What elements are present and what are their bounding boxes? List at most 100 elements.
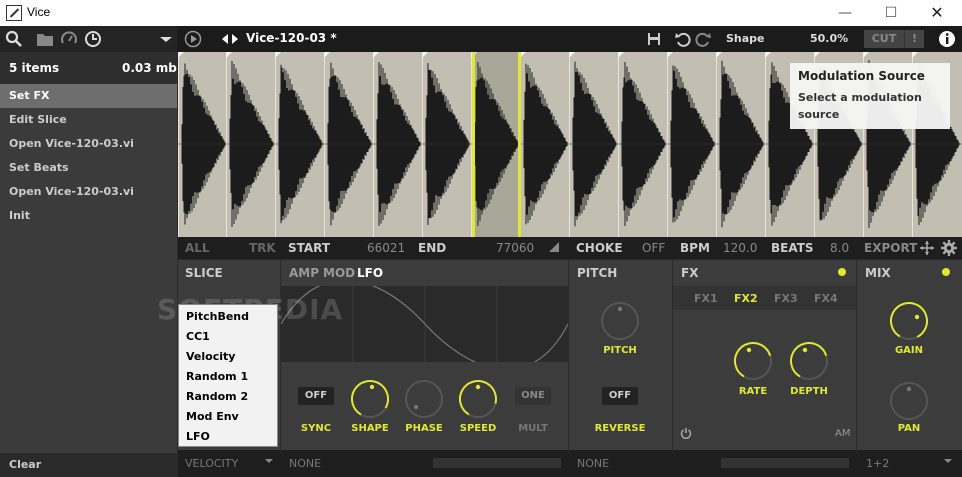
beats-value[interactable]: 8.0 xyxy=(830,241,849,255)
shape-knob[interactable] xyxy=(349,378,391,420)
slice[interactable] xyxy=(422,52,470,237)
close-button[interactable]: ✕ xyxy=(914,0,960,26)
arrow-right-icon[interactable] xyxy=(226,30,244,48)
history-sidebar: 5 items 0.03 mb Set FX Edit Slice Open V… xyxy=(0,52,177,477)
menu-item[interactable]: CC1 xyxy=(179,327,277,347)
chevron-down-icon[interactable] xyxy=(264,456,274,469)
choke-value[interactable]: OFF xyxy=(642,241,665,255)
modulation-row: VELOCITY NONE NONE 1+2 xyxy=(178,450,962,477)
clock-icon[interactable] xyxy=(84,30,102,48)
maximize-button[interactable]: ☐ xyxy=(868,0,914,26)
slice[interactable] xyxy=(569,52,617,237)
mult-toggle[interactable]: ONE xyxy=(515,387,551,405)
pan-label: PAN xyxy=(897,423,921,434)
reverse-toggle[interactable]: OFF xyxy=(602,387,638,405)
menu-item[interactable]: LFO xyxy=(179,427,277,447)
pitch-knob[interactable] xyxy=(599,300,641,342)
selection-marker[interactable] xyxy=(472,52,475,237)
slice[interactable] xyxy=(275,52,323,237)
tab-fx1[interactable]: FX1 xyxy=(694,292,718,305)
mod-source-lfo[interactable]: NONE xyxy=(289,457,321,470)
slice[interactable] xyxy=(226,52,274,237)
sidebar-toolbar xyxy=(0,26,177,52)
folder-icon[interactable] xyxy=(36,30,54,48)
undo-icon[interactable] xyxy=(674,30,692,48)
history-item[interactable]: Set FX xyxy=(0,84,177,108)
gear-icon[interactable] xyxy=(941,240,957,259)
gauge-icon[interactable] xyxy=(60,30,78,48)
pitch-knob-label: PITCH xyxy=(603,345,637,356)
history-item[interactable]: Open Vice-120-03.vi xyxy=(0,180,177,204)
all-tab[interactable]: ALL xyxy=(185,241,210,255)
slice[interactable] xyxy=(716,52,764,237)
tooltip-title: Modulation Source xyxy=(798,69,925,83)
slice[interactable] xyxy=(618,52,666,237)
chevron-down-icon[interactable] xyxy=(157,30,175,48)
slice[interactable] xyxy=(178,52,226,237)
rate-knob[interactable] xyxy=(732,340,774,382)
slice[interactable] xyxy=(520,52,568,237)
chevron-down-icon[interactable] xyxy=(943,456,953,469)
velocity-select[interactable]: VELOCITY xyxy=(185,457,238,470)
lfo-panel: AMP MOD LFO OFF ONE SYNC SHAPE PHASE SPE… xyxy=(280,260,569,450)
depth-knob[interactable] xyxy=(788,340,830,382)
clear-button[interactable]: Clear xyxy=(0,453,177,477)
menu-item[interactable]: Random 2 xyxy=(179,387,277,407)
phase-knob[interactable] xyxy=(403,378,445,420)
export-label[interactable]: EXPORT xyxy=(864,241,917,255)
history-item[interactable]: Edit Slice xyxy=(0,108,177,132)
slice[interactable] xyxy=(667,52,715,237)
menu-item[interactable]: Mod Env xyxy=(179,407,277,427)
end-value[interactable]: 77060 xyxy=(496,241,534,255)
history-item[interactable]: Set Beats xyxy=(0,156,177,180)
mix-enabled-led[interactable] xyxy=(942,268,950,276)
warning-button[interactable]: ! xyxy=(904,30,924,48)
selection-marker[interactable] xyxy=(518,52,521,237)
bpm-value[interactable]: 120.0 xyxy=(723,241,757,255)
pan-knob[interactable] xyxy=(888,380,930,422)
tab-fx3[interactable]: FX3 xyxy=(774,292,798,305)
shape-value[interactable]: 50.0% xyxy=(810,32,848,45)
fx-enabled-led[interactable] xyxy=(838,268,846,276)
tooltip: Modulation Source Select a modulation so… xyxy=(790,63,950,129)
menu-item[interactable]: PitchBend xyxy=(179,307,277,327)
sync-toggle[interactable]: OFF xyxy=(298,387,334,405)
history-item[interactable]: Init xyxy=(0,204,177,228)
speed-label: SPEED xyxy=(459,423,497,434)
window-title: Vice xyxy=(27,5,51,19)
tooltip-line: source xyxy=(798,108,840,121)
drag-icon[interactable] xyxy=(920,241,934,258)
tab-fx4[interactable]: FX4 xyxy=(814,292,838,305)
tab-fx2[interactable]: FX2 xyxy=(734,292,758,305)
history-item[interactable]: Open Vice-120-03.vi xyxy=(0,132,177,156)
ramp-icon[interactable] xyxy=(548,241,560,256)
items-count: 5 items xyxy=(9,61,60,75)
trk-tab[interactable]: TRK xyxy=(249,241,276,255)
menu-item[interactable]: Random 1 xyxy=(179,367,277,387)
slice[interactable] xyxy=(373,52,421,237)
slice[interactable] xyxy=(324,52,372,237)
save-icon[interactable] xyxy=(645,30,663,48)
mod-amount-bar-fx[interactable] xyxy=(721,458,849,468)
history-header: 5 items 0.03 mb xyxy=(0,52,177,84)
menu-item[interactable]: Velocity xyxy=(179,347,277,367)
cut-button[interactable]: CUT xyxy=(864,30,904,48)
minimize-button[interactable]: — xyxy=(822,0,868,26)
search-icon[interactable] xyxy=(5,30,23,48)
rate-label: RATE xyxy=(738,386,768,397)
mod-amount-bar-lfo[interactable] xyxy=(433,458,561,468)
mult-label: MULT xyxy=(518,423,548,434)
am-label[interactable]: AM xyxy=(835,428,850,439)
redo-icon[interactable] xyxy=(694,30,712,48)
speed-knob[interactable] xyxy=(457,378,499,420)
start-value[interactable]: 66021 xyxy=(367,241,405,255)
mod-source-pitch[interactable]: NONE xyxy=(577,457,609,470)
mod-source-menu: PitchBend CC1 Velocity Random 1 Random 2… xyxy=(178,304,278,447)
output-select[interactable]: 1+2 xyxy=(866,457,889,470)
fx-panel: FX FX1 FX2 FX3 FX4 RATE DEPTH AM xyxy=(673,260,856,450)
info-icon[interactable] xyxy=(938,30,956,48)
pitch-title: PITCH xyxy=(577,266,618,280)
power-icon[interactable] xyxy=(680,427,692,439)
gain-knob[interactable] xyxy=(888,300,930,342)
play-icon[interactable] xyxy=(184,30,202,48)
